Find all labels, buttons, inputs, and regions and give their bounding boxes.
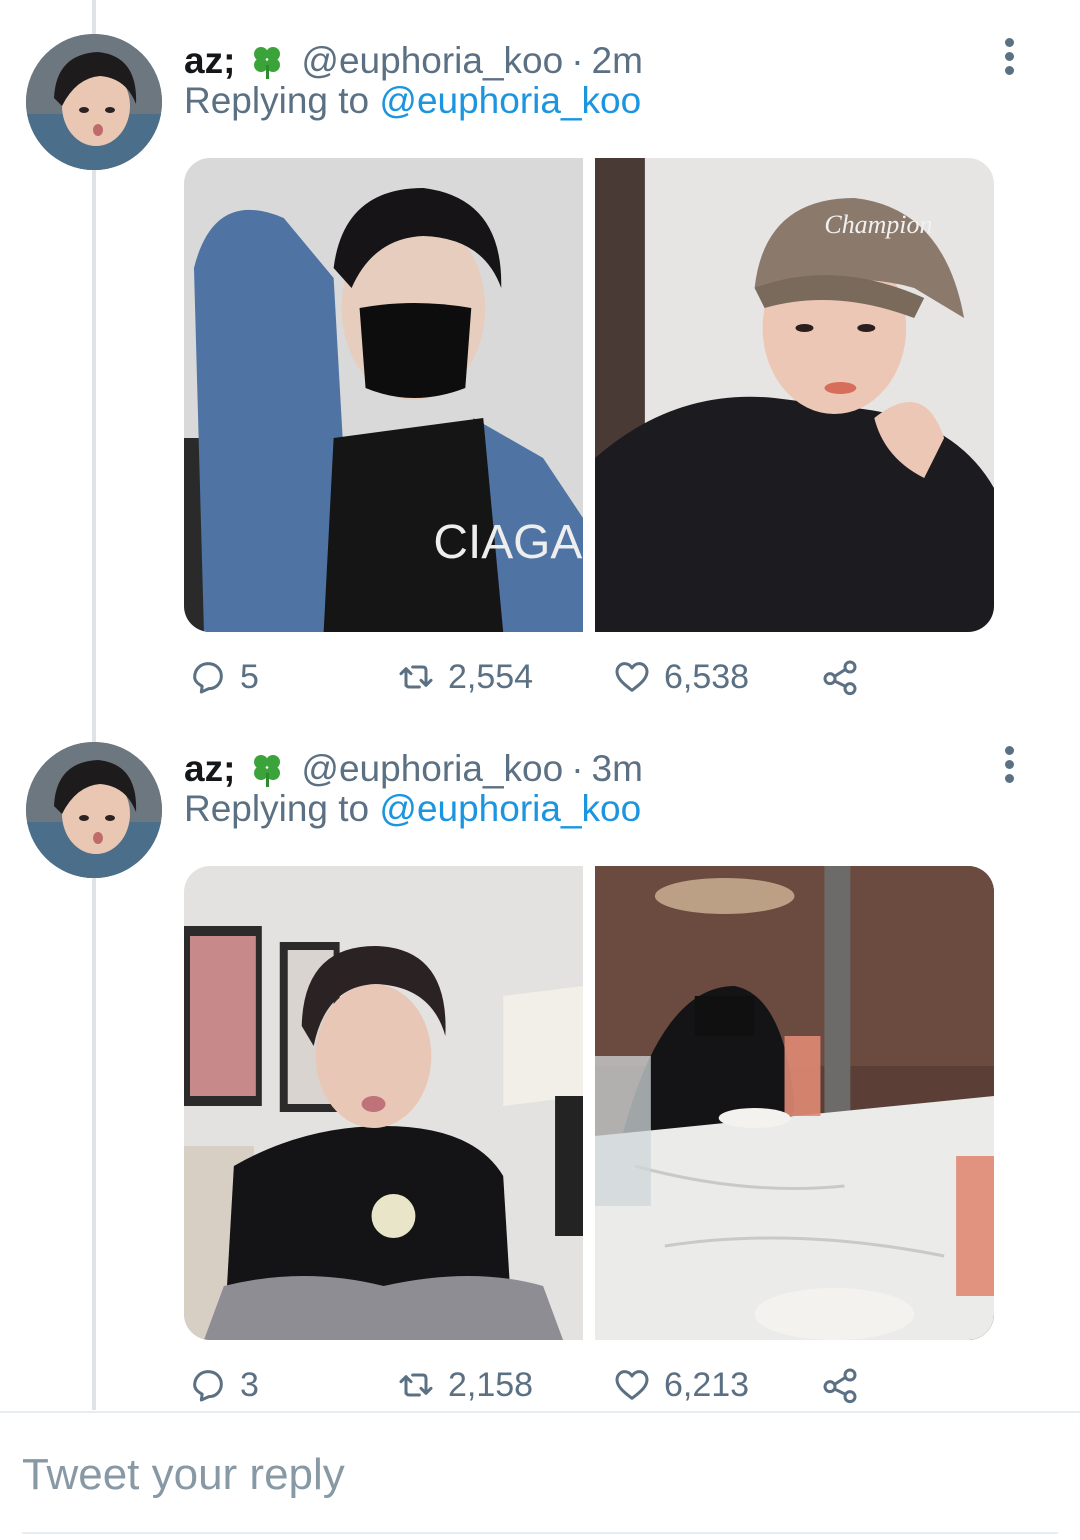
replying-to-link[interactable]: @euphoria_koo [379, 788, 641, 829]
media-grid [184, 866, 994, 1340]
tweet-actions: 3 2,158 6,213 [184, 1358, 884, 1412]
tweet[interactable]: az; @euphoria_koo · 2m Replying to @euph… [0, 0, 1080, 708]
more-vertical-icon[interactable] [996, 746, 1022, 786]
like-button[interactable]: 6,213 [612, 1358, 749, 1412]
more-vertical-icon[interactable] [996, 38, 1022, 78]
author-handle[interactable]: @euphoria_koo [301, 748, 563, 790]
retweet-icon [399, 665, 433, 689]
replying-to-label: Replying to [184, 788, 370, 829]
compose-divider [0, 1411, 1080, 1413]
tweet-actions: 5 2,554 6,538 [184, 650, 884, 704]
separator-dot: · [571, 40, 584, 81]
svg-text:Champion: Champion [824, 210, 932, 239]
like-button[interactable]: 6,538 [612, 650, 749, 704]
separator-dot: · [571, 748, 584, 789]
reply-button[interactable]: 5 [188, 650, 259, 704]
svg-text:CIAGA: CIAGA [433, 516, 582, 569]
photo[interactable] [595, 866, 994, 1340]
reply-compose-input[interactable]: Tweet your reply [22, 1440, 1058, 1510]
like-count: 6,538 [664, 657, 750, 696]
retweet-button[interactable]: 2,158 [396, 1358, 533, 1412]
reply-count: 3 [240, 1365, 259, 1404]
author-name[interactable]: az; [184, 40, 235, 82]
replying-to: Replying to @euphoria_koo [184, 788, 641, 830]
tweet-header: az; @euphoria_koo · 2m [184, 36, 643, 86]
retweet-count: 2,554 [448, 657, 534, 696]
author-handle[interactable]: @euphoria_koo [301, 40, 563, 82]
tweet-header: az; @euphoria_koo · 3m [184, 744, 643, 794]
clover-icon [247, 749, 287, 789]
avatar[interactable] [26, 34, 162, 170]
media-grid: CIAGA Champion [184, 158, 994, 632]
heart-icon [615, 662, 649, 692]
tweet-timestamp[interactable]: 3m [592, 748, 643, 790]
share-icon [823, 1368, 857, 1404]
reply-count: 5 [240, 657, 259, 696]
photo[interactable]: CIAGA [184, 158, 583, 632]
replying-to-label: Replying to [184, 80, 370, 121]
heart-icon [615, 1370, 649, 1400]
retweet-button[interactable]: 2,554 [396, 650, 533, 704]
tweet[interactable]: az; @euphoria_koo · 3m Replying to @euph… [0, 708, 1080, 1416]
photo[interactable]: Champion [595, 158, 994, 632]
like-count: 6,213 [664, 1365, 750, 1404]
avatar[interactable] [26, 742, 162, 878]
reply-icon [193, 1370, 223, 1402]
share-button[interactable] [820, 1358, 872, 1412]
tweet-timestamp[interactable]: 2m [592, 40, 643, 82]
share-button[interactable] [820, 650, 872, 704]
retweet-icon [399, 1373, 433, 1397]
author-name[interactable]: az; [184, 748, 235, 790]
replying-to: Replying to @euphoria_koo [184, 80, 641, 122]
clover-icon [247, 41, 287, 81]
retweet-count: 2,158 [448, 1365, 534, 1404]
reply-icon [193, 662, 223, 694]
share-icon [823, 660, 857, 696]
reply-button[interactable]: 3 [188, 1358, 259, 1412]
photo[interactable] [184, 866, 583, 1340]
compose-underline [22, 1532, 1058, 1534]
replying-to-link[interactable]: @euphoria_koo [379, 80, 641, 121]
